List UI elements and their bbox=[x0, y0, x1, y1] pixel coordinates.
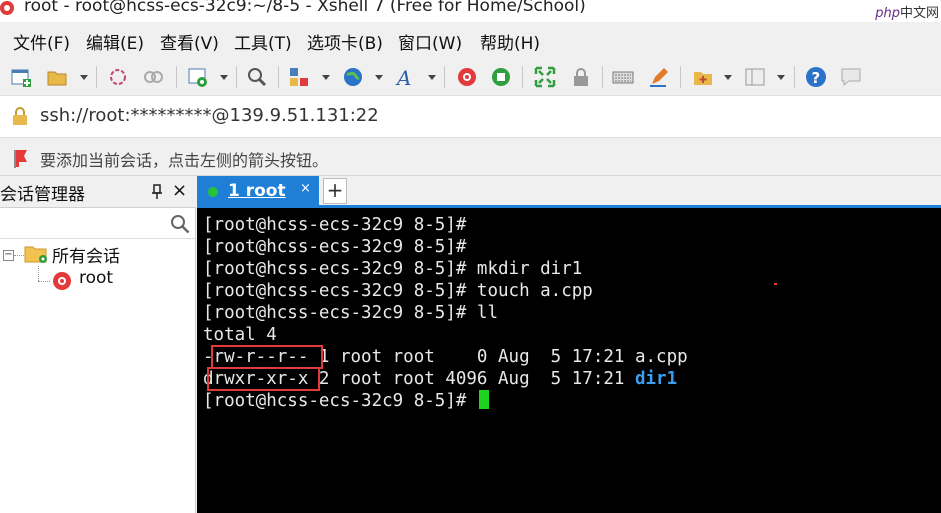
add-icon[interactable] bbox=[692, 66, 714, 88]
xftp-icon[interactable] bbox=[490, 66, 512, 88]
window-title: root - root@hcss-ecs-32c9:~/8-5 - Xshell… bbox=[24, 0, 586, 16]
layout-dropdown-icon[interactable] bbox=[777, 75, 785, 80]
tab-close-icon[interactable]: × bbox=[300, 181, 311, 196]
fullscreen-icon[interactable] bbox=[534, 66, 556, 88]
session-manager-header: 会话管理器 × bbox=[0, 176, 196, 208]
compose-icon[interactable] bbox=[648, 66, 670, 88]
terminal[interactable]: [root@hcss-ecs-32c9 8-5]# [root@hcss-ecs… bbox=[197, 208, 941, 513]
tree-connector bbox=[14, 255, 24, 256]
hint-bar: 要添加当前会话，点击左侧的箭头按钮。 bbox=[0, 138, 941, 176]
menu-tools[interactable]: 工具(T) bbox=[234, 29, 292, 54]
title-bar: root - root@hcss-ecs-32c9:~/8-5 - Xshell… bbox=[0, 0, 941, 22]
globe-dropdown-icon[interactable] bbox=[375, 75, 383, 80]
tree-item-root-session[interactable]: root bbox=[79, 268, 113, 288]
annotation-dot bbox=[774, 283, 777, 285]
add-dropdown-icon[interactable] bbox=[724, 75, 732, 80]
new-tab-button[interactable]: + bbox=[323, 178, 347, 204]
watermark: php中文网 bbox=[875, 6, 939, 21]
menu-tabs[interactable]: 选项卡(B) bbox=[307, 29, 383, 54]
tab-label[interactable]: 1 root bbox=[228, 181, 286, 201]
new-session-icon[interactable] bbox=[10, 66, 32, 88]
directory-name: dir1 bbox=[634, 369, 678, 389]
toolbar-separator bbox=[602, 66, 603, 88]
toolbar-separator bbox=[236, 66, 237, 88]
terminal-line: [root@hcss-ecs-32c9 8-5]# bbox=[203, 215, 467, 235]
permission-highlight-box bbox=[211, 345, 323, 369]
find-icon[interactable] bbox=[246, 66, 268, 88]
keyboard-icon[interactable] bbox=[612, 66, 634, 88]
toolbar: A ? bbox=[0, 58, 941, 96]
globe-icon[interactable] bbox=[342, 66, 364, 88]
folder-icon bbox=[24, 246, 47, 263]
tab-root[interactable]: 1 root × bbox=[197, 176, 319, 208]
open-dropdown-icon[interactable] bbox=[80, 75, 88, 80]
open-folder-icon[interactable] bbox=[46, 66, 68, 88]
toolbar-separator bbox=[176, 66, 177, 88]
xshell-icon[interactable] bbox=[456, 66, 478, 88]
terminal-line: [root@hcss-ecs-32c9 8-5]# mkdir dir1 bbox=[203, 259, 583, 279]
toolbar-separator bbox=[444, 66, 445, 88]
terminal-line: total 4 bbox=[203, 325, 277, 345]
session-address[interactable]: ssh://root:*********@139.9.51.131:22 bbox=[40, 105, 379, 126]
layout-icon[interactable] bbox=[744, 66, 766, 88]
toolbar-separator bbox=[794, 66, 795, 88]
transfer-icon[interactable] bbox=[288, 66, 310, 88]
tree-collapse-toggle[interactable]: − bbox=[3, 250, 14, 261]
menu-help[interactable]: 帮助(H) bbox=[480, 29, 540, 54]
close-icon[interactable]: × bbox=[172, 182, 187, 200]
reconnect-icon[interactable] bbox=[107, 66, 129, 88]
hint-text: 要添加当前会话，点击左侧的箭头按钮。 bbox=[40, 151, 329, 170]
pin-icon[interactable] bbox=[150, 184, 164, 200]
toolbar-separator bbox=[680, 66, 681, 88]
terminal-line: [root@hcss-ecs-32c9 8-5]# bbox=[203, 237, 467, 257]
bookmark-flag-icon[interactable] bbox=[12, 148, 32, 168]
search-icon[interactable] bbox=[170, 214, 190, 234]
session-manager-panel: 会话管理器 × − 所有会话 root bbox=[0, 176, 196, 513]
menu-window[interactable]: 窗口(W) bbox=[398, 29, 462, 54]
tree-connector bbox=[38, 281, 50, 282]
address-bar[interactable]: ssh://root:*********@139.9.51.131:22 bbox=[0, 96, 941, 138]
lock-icon[interactable] bbox=[570, 66, 592, 88]
xshell-app-icon[interactable] bbox=[0, 0, 16, 16]
toolbar-separator bbox=[278, 66, 279, 88]
terminal-line: [root@hcss-ecs-32c9 8-5]# touch a.cpp bbox=[203, 281, 593, 301]
toolbar-separator bbox=[96, 66, 97, 88]
session-icon bbox=[53, 272, 71, 290]
connected-status-icon bbox=[208, 187, 218, 197]
terminal-cursor bbox=[478, 390, 489, 409]
svg-text:A: A bbox=[395, 66, 411, 88]
terminal-line: [root@hcss-ecs-32c9 8-5]# ll bbox=[203, 303, 499, 323]
help-icon[interactable]: ? bbox=[805, 66, 827, 88]
session-search-input[interactable] bbox=[0, 209, 195, 239]
font-icon[interactable]: A bbox=[395, 66, 417, 88]
font-dropdown-icon[interactable] bbox=[428, 75, 436, 80]
disconnect-icon[interactable] bbox=[142, 66, 164, 88]
permission-highlight-box bbox=[207, 367, 320, 391]
tab-bar: 1 root × + bbox=[197, 176, 941, 208]
chat-icon[interactable] bbox=[840, 66, 862, 88]
toolbar-separator bbox=[522, 66, 523, 88]
properties-icon[interactable] bbox=[187, 66, 209, 88]
properties-dropdown-icon[interactable] bbox=[220, 75, 228, 80]
padlock-icon bbox=[13, 107, 27, 125]
transfer-dropdown-icon[interactable] bbox=[322, 75, 330, 80]
menu-file[interactable]: 文件(F) bbox=[13, 29, 70, 54]
menu-bar: 文件(F) 编辑(E) 查看(V) 工具(T) 选项卡(B) 窗口(W) 帮助(… bbox=[0, 22, 941, 58]
session-manager-title: 会话管理器 bbox=[0, 185, 85, 205]
terminal-prompt: [root@hcss-ecs-32c9 8-5]# bbox=[203, 391, 477, 411]
svg-text:?: ? bbox=[812, 69, 821, 87]
menu-view[interactable]: 查看(V) bbox=[160, 29, 219, 54]
menu-edit[interactable]: 编辑(E) bbox=[86, 29, 144, 54]
tree-connector bbox=[38, 266, 39, 281]
tree-item-all-sessions[interactable]: 所有会话 bbox=[52, 242, 120, 267]
terminal-line: [root@hcss-ecs-32c9 8-5]# bbox=[203, 390, 489, 412]
